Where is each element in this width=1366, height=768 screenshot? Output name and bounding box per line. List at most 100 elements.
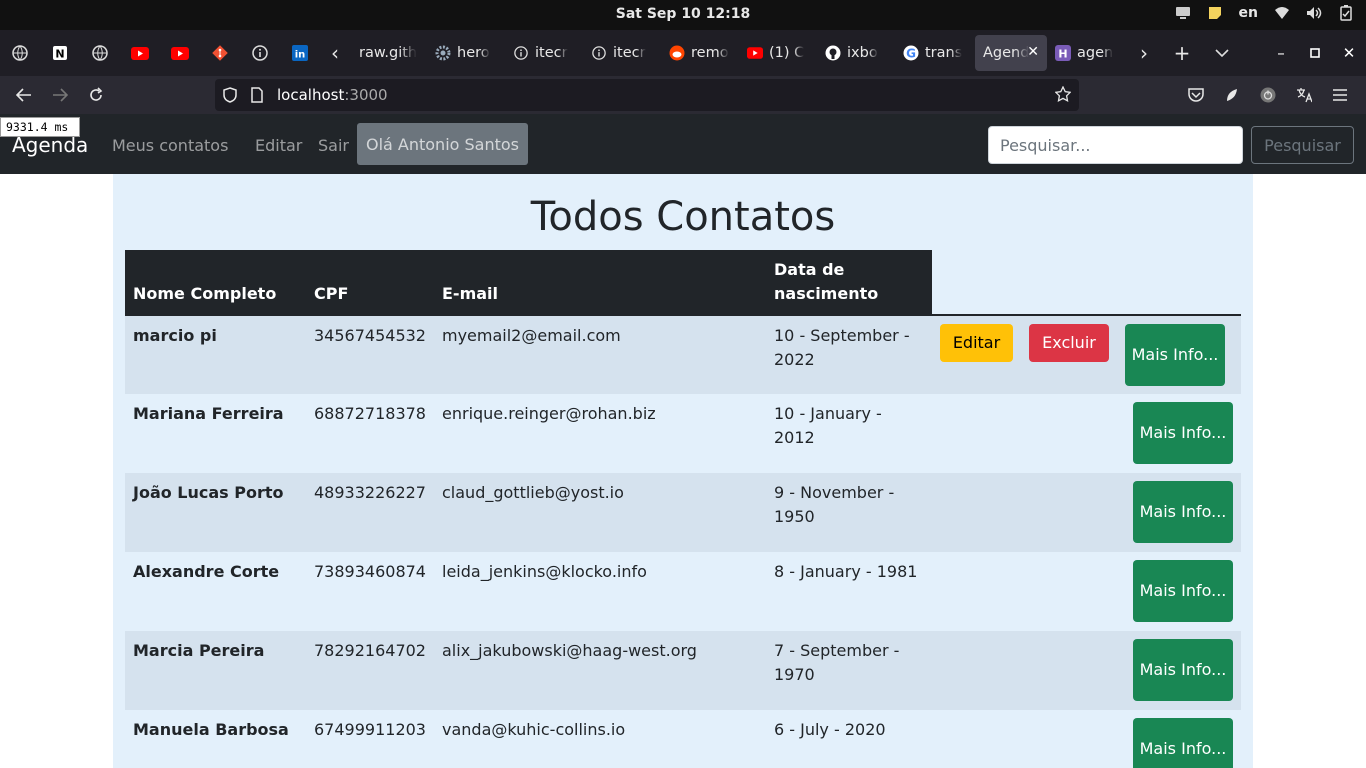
search-input[interactable] — [988, 126, 1243, 164]
screen-share-icon[interactable] — [1175, 5, 1191, 21]
table-header-row: Nome Completo CPF E-mail Data de nascime… — [125, 250, 1241, 315]
forward-icon[interactable] — [45, 80, 75, 110]
info-icon[interactable] — [240, 30, 280, 76]
gear-icon — [435, 45, 451, 61]
column-header-actions — [932, 250, 1241, 315]
cell-email: alix_jakubowski@haag-west.org — [434, 631, 766, 710]
back-icon[interactable] — [9, 80, 39, 110]
language-indicator[interactable]: en — [1239, 5, 1258, 21]
tab[interactable]: Hagen — [1049, 35, 1125, 71]
system-tray[interactable]: en — [1175, 5, 1354, 21]
tab-title: remo — [691, 45, 729, 61]
cell-email: claud_gottlieb@yost.io — [434, 473, 766, 552]
column-header-cpf: CPF — [306, 250, 434, 315]
volume-icon[interactable] — [1306, 5, 1322, 21]
table-row: marcio pi 34567454532 myemail2@email.com… — [125, 315, 1241, 394]
greeting-badge[interactable]: Olá Antonio Santos — [357, 123, 528, 165]
battery-icon[interactable] — [1338, 5, 1354, 21]
close-icon[interactable]: ✕ — [1027, 44, 1039, 60]
more-info-button[interactable]: Mais Info... — [1133, 560, 1233, 622]
more-info-button[interactable]: Mais Info... — [1133, 639, 1233, 701]
more-info-button[interactable]: Mais Info... — [1133, 402, 1233, 464]
tab[interactable]: (1) C — [741, 35, 817, 71]
url-host: localhost — [277, 86, 345, 104]
nav-link-editar[interactable]: Editar — [255, 136, 302, 155]
tab-title: itecr — [535, 45, 568, 61]
extension-icon[interactable] — [1214, 80, 1250, 110]
shield-icon[interactable] — [223, 87, 237, 107]
github-icon — [825, 45, 841, 61]
linkedin-icon[interactable]: in — [280, 30, 320, 76]
tab-title: Agend — [983, 45, 1030, 61]
svg-text:H: H — [1058, 48, 1067, 61]
pocket-icon[interactable] — [1178, 80, 1214, 110]
translate-icon[interactable] — [1286, 80, 1322, 110]
tab[interactable]: itecr — [585, 35, 661, 71]
minimize-icon[interactable]: – — [1264, 30, 1298, 76]
power-extension-icon[interactable] — [1250, 80, 1286, 110]
bookmark-star-icon[interactable] — [1054, 85, 1072, 106]
cell-cpf: 78292164702 — [306, 631, 434, 710]
tab-active[interactable]: Agend ✕ — [975, 35, 1047, 71]
tabs-scroll-right-icon[interactable]: › — [1126, 30, 1162, 76]
svg-text:G: G — [906, 47, 916, 61]
git-icon[interactable] — [200, 30, 240, 76]
page-info-icon[interactable] — [251, 87, 263, 107]
more-info-button[interactable]: Mais Info... — [1133, 481, 1233, 543]
cell-actions: Editar Excluir Mais Info... — [932, 315, 1241, 394]
cell-birth: 10 - January - 2012 — [766, 394, 932, 473]
google-icon: G — [903, 45, 919, 61]
cell-birth: 8 - January - 1981 — [766, 552, 932, 631]
url-bar[interactable]: localhost:3000 — [215, 79, 1079, 111]
globe-icon[interactable] — [0, 30, 40, 76]
search-button[interactable]: Pesquisar — [1251, 126, 1354, 164]
column-header-birth: Data de nascimento — [766, 250, 932, 315]
nav-link-sair[interactable]: Sair — [318, 136, 349, 155]
more-info-button[interactable]: Mais Info... — [1133, 718, 1233, 768]
wifi-icon[interactable] — [1274, 5, 1290, 21]
maximize-icon[interactable] — [1298, 30, 1332, 76]
globe-icon[interactable] — [80, 30, 120, 76]
tab-title: hero — [457, 45, 490, 61]
notes-icon[interactable] — [1207, 5, 1223, 21]
close-window-icon[interactable]: ✕ — [1332, 30, 1366, 76]
reload-icon[interactable] — [81, 80, 111, 110]
tab-title: agen — [1077, 45, 1114, 61]
browser-nav-bar: localhost:3000 — [0, 76, 1366, 114]
table-row: Mariana Ferreira 68872718378 enrique.rei… — [125, 394, 1241, 473]
delete-button[interactable]: Excluir — [1029, 324, 1109, 362]
tab[interactable]: raw.gith — [351, 35, 427, 71]
app-navbar: Agenda Meus contatos Editar Sair Olá Ant… — [0, 114, 1366, 174]
main-container: Todos Contatos Nome Completo CPF E-mail … — [113, 174, 1253, 768]
tab-title: (1) C — [769, 45, 805, 61]
notion-icon[interactable]: N — [40, 30, 80, 76]
new-tab-icon[interactable]: + — [1162, 30, 1202, 76]
more-info-button[interactable]: Mais Info... — [1125, 324, 1225, 386]
cell-name: Alexandre Corte — [125, 552, 306, 631]
info-icon — [591, 45, 607, 61]
tab[interactable]: hero — [429, 35, 505, 71]
table-row: João Lucas Porto 48933226227 claud_gottl… — [125, 473, 1241, 552]
youtube-icon[interactable] — [120, 30, 160, 76]
cell-actions: Mais Info... — [932, 631, 1241, 710]
menu-icon[interactable] — [1322, 80, 1358, 110]
tab[interactable]: itecr — [507, 35, 583, 71]
tab[interactable]: Gtrans — [897, 35, 973, 71]
column-header-name: Nome Completo — [125, 250, 306, 315]
tabs-scroll-left-icon[interactable]: ‹ — [320, 30, 350, 76]
tab[interactable]: ixbo — [819, 35, 895, 71]
svg-text:in: in — [295, 50, 306, 61]
reddit-icon — [669, 45, 685, 61]
system-clock[interactable]: Sat Sep 10 12:18 — [0, 6, 1366, 22]
cell-birth: 10 - September - 2022 — [766, 315, 932, 394]
tab-title: ixbo — [847, 45, 878, 61]
tab[interactable]: remo — [663, 35, 739, 71]
youtube-icon[interactable] — [160, 30, 200, 76]
table-row: Manuela Barbosa 67499911203 vanda@kuhic-… — [125, 710, 1241, 768]
nav-link-meus-contatos[interactable]: Meus contatos — [112, 136, 228, 155]
url-text[interactable]: localhost:3000 — [277, 86, 388, 104]
youtube-icon — [747, 45, 763, 61]
list-all-tabs-icon[interactable] — [1202, 30, 1242, 76]
cell-email: enrique.reinger@rohan.biz — [434, 394, 766, 473]
edit-button[interactable]: Editar — [940, 324, 1013, 362]
